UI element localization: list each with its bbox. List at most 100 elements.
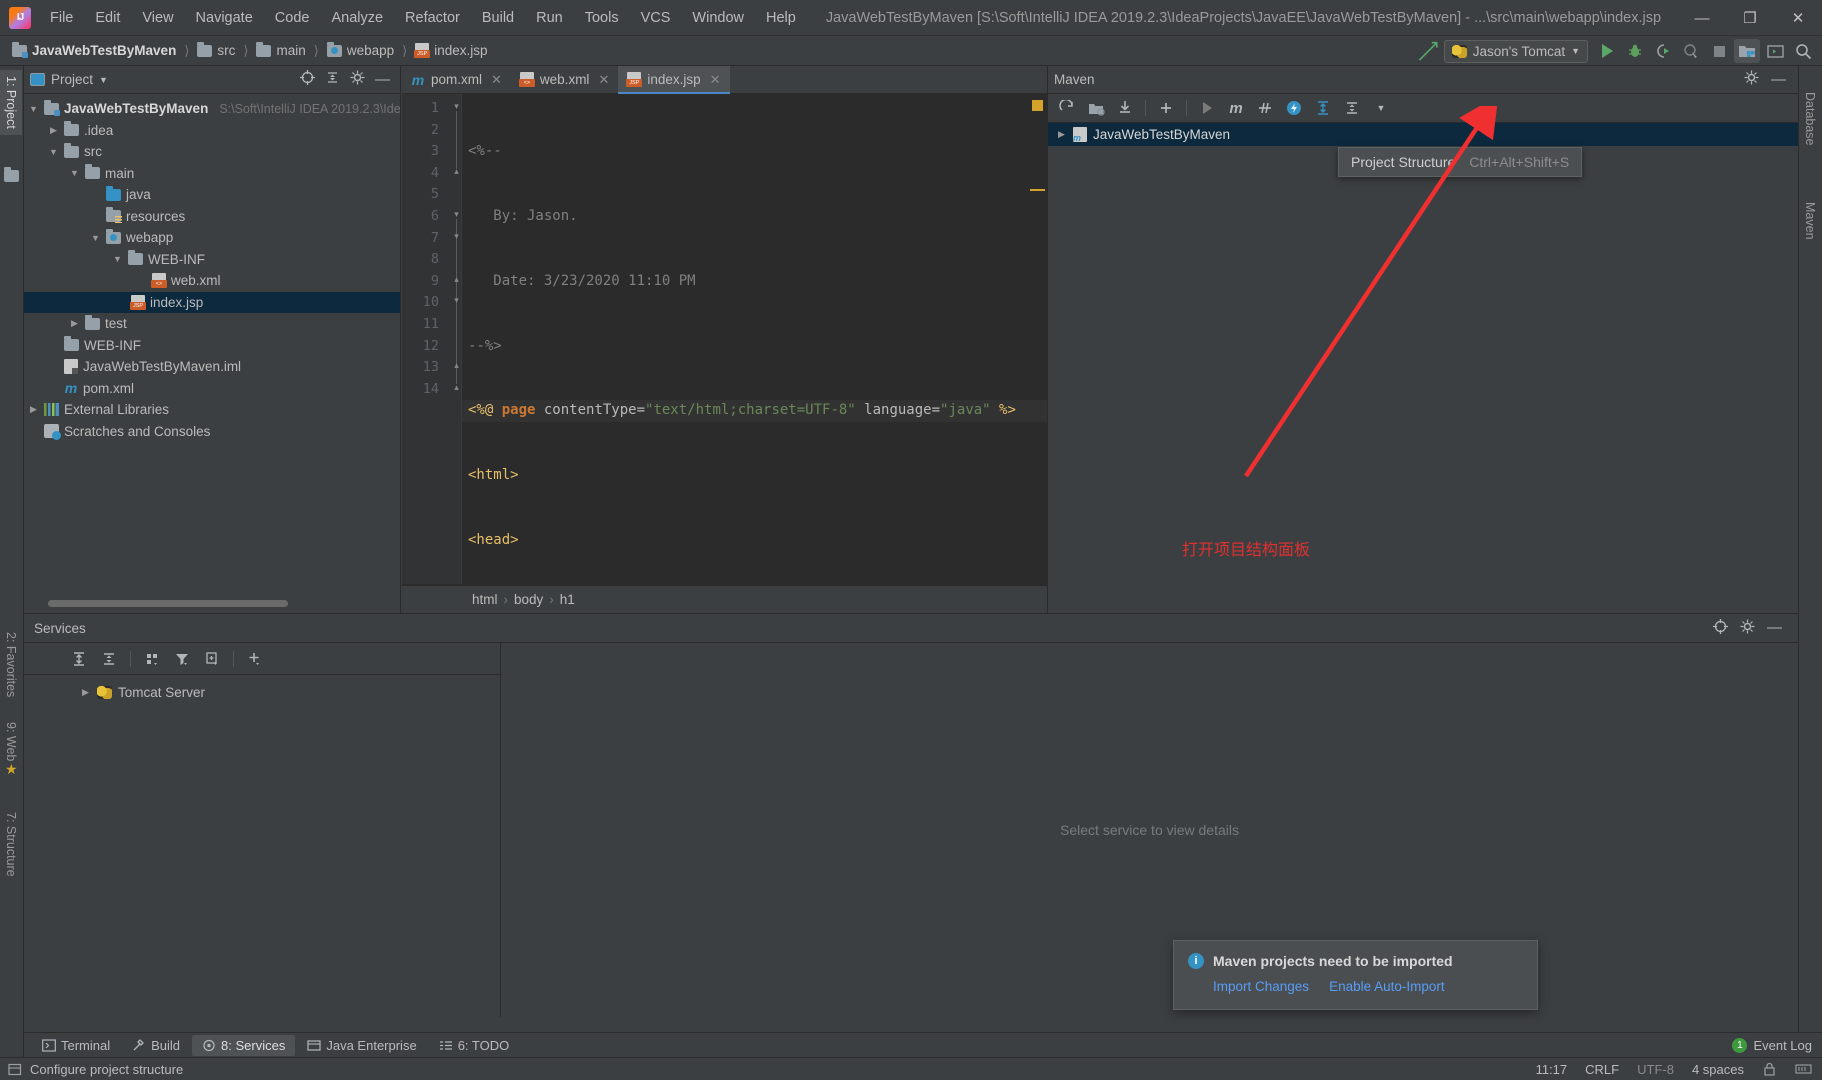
editor-gutter[interactable]: 1 2 3 4 5 6 7 8 9 10 11 12 13 14 ▾ ▴ ▾ ▾… bbox=[402, 94, 462, 584]
terminal-icon[interactable] bbox=[1762, 39, 1788, 63]
reimport-icon[interactable] bbox=[1054, 97, 1080, 120]
run-with-coverage-icon[interactable] bbox=[1650, 39, 1676, 63]
search-everywhere-icon[interactable] bbox=[1790, 39, 1816, 63]
expand-all-icon[interactable] bbox=[66, 647, 92, 670]
code-editor[interactable]: 1 2 3 4 5 6 7 8 9 10 11 12 13 14 ▾ ▴ ▾ ▾… bbox=[402, 94, 1047, 584]
menu-item-view[interactable]: View bbox=[132, 6, 183, 30]
menu-item-vcs[interactable]: VCS bbox=[631, 6, 681, 30]
project-tree[interactable]: JavaWebTestByMaven S:\Soft\IntelliJ IDEA… bbox=[24, 94, 400, 609]
fold-marker-icon[interactable]: ▴ bbox=[451, 274, 462, 285]
toggle-offline-mode-icon[interactable] bbox=[1281, 97, 1307, 120]
chevron-right-icon[interactable] bbox=[1056, 129, 1067, 140]
breadcrumb-item-src[interactable]: src bbox=[193, 41, 239, 60]
tree-node-idea[interactable]: .idea bbox=[24, 120, 400, 142]
bottom-tab-todo[interactable]: 6: TODO bbox=[429, 1035, 520, 1056]
tree-node-javawebtestbymaven[interactable]: JavaWebTestByMaven S:\Soft\IntelliJ IDEA… bbox=[24, 98, 400, 120]
tab-web-xml[interactable]: web.xml ✕ bbox=[511, 66, 618, 93]
error-stripe-marker[interactable] bbox=[1030, 189, 1045, 191]
build-hammer-icon[interactable]: ⟶ bbox=[1412, 34, 1446, 68]
chevron-right-icon[interactable] bbox=[69, 318, 80, 329]
tab-pom-xml[interactable]: m pom.xml ✕ bbox=[402, 66, 511, 93]
sidebar-item-structure[interactable]: 7: Structure bbox=[0, 806, 22, 883]
sidebar-item-web[interactable]: 9: Web bbox=[0, 716, 22, 767]
fold-marker-icon[interactable]: ▴ bbox=[451, 382, 462, 393]
sidebar-item-database[interactable]: Database bbox=[1799, 86, 1821, 152]
breadcrumb-body[interactable]: body bbox=[514, 592, 543, 607]
sidebar-item-maven[interactable]: Maven bbox=[1799, 196, 1821, 246]
fold-marker-icon[interactable]: ▴ bbox=[451, 166, 462, 177]
settings-gear-icon[interactable] bbox=[1744, 70, 1759, 90]
tree-node-src[interactable]: src bbox=[24, 141, 400, 163]
scroll-from-source-icon[interactable] bbox=[1713, 619, 1728, 637]
bottom-tab-java-enterprise[interactable]: Java Enterprise bbox=[297, 1035, 426, 1056]
menu-item-navigate[interactable]: Navigate bbox=[186, 6, 263, 30]
caret-position[interactable]: 11:17 bbox=[1536, 1062, 1568, 1077]
fold-marker-icon[interactable]: ▴ bbox=[451, 360, 462, 371]
tree-node-scratches[interactable]: Scratches and Consoles bbox=[24, 421, 400, 443]
service-row-tomcat[interactable]: Tomcat Server bbox=[24, 681, 500, 703]
breadcrumb-item-indexjsp[interactable]: index.jsp bbox=[411, 41, 491, 60]
chevron-right-icon[interactable] bbox=[28, 404, 39, 415]
download-sources-icon[interactable] bbox=[1112, 97, 1138, 120]
add-maven-project-icon[interactable] bbox=[1153, 97, 1179, 120]
chevron-down-icon[interactable] bbox=[90, 233, 101, 243]
event-log-badge[interactable]: 1 Event Log bbox=[1732, 1037, 1822, 1053]
generate-sources-icon[interactable] bbox=[1083, 97, 1109, 120]
add-tab-icon[interactable] bbox=[199, 647, 225, 670]
tree-node-webinf[interactable]: WEB-INF bbox=[24, 249, 400, 271]
settings-gear-icon[interactable] bbox=[350, 70, 365, 90]
menu-item-run[interactable]: Run bbox=[526, 6, 573, 30]
enable-auto-import-link[interactable]: Enable Auto-Import bbox=[1329, 979, 1445, 994]
run-icon[interactable] bbox=[1594, 39, 1620, 63]
menu-item-analyze[interactable]: Analyze bbox=[321, 6, 393, 30]
menu-item-edit[interactable]: Edit bbox=[85, 6, 130, 30]
stop-icon[interactable] bbox=[1706, 39, 1732, 63]
more-options-icon[interactable]: ▼ bbox=[1368, 97, 1394, 120]
menu-item-window[interactable]: Window bbox=[682, 6, 754, 30]
expand-all-icon[interactable] bbox=[1310, 97, 1336, 120]
breadcrumb-item-webapp[interactable]: webapp bbox=[323, 41, 398, 60]
breadcrumb-html[interactable]: html bbox=[472, 592, 498, 607]
tree-node-webapp[interactable]: webapp bbox=[24, 227, 400, 249]
tree-node-iml[interactable]: JavaWebTestByMaven.iml bbox=[24, 356, 400, 378]
profile-icon[interactable] bbox=[1678, 39, 1704, 63]
filter-icon[interactable] bbox=[169, 647, 195, 670]
line-separator[interactable]: CRLF bbox=[1585, 1062, 1619, 1077]
restore-button[interactable]: ❐ bbox=[1726, 0, 1774, 36]
menu-item-build[interactable]: Build bbox=[472, 6, 524, 30]
code-content[interactable]: <%-- By: Jason. Date: 3/23/2020 11:10 PM… bbox=[462, 94, 1047, 584]
project-tree-horizontal-scrollbar[interactable] bbox=[48, 600, 288, 607]
group-by-icon[interactable] bbox=[139, 647, 165, 670]
chevron-down-icon[interactable] bbox=[112, 254, 123, 264]
tab-index-jsp[interactable]: index.jsp ✕ bbox=[618, 66, 730, 94]
menu-item-tools[interactable]: Tools bbox=[575, 6, 629, 30]
chevron-down-icon[interactable]: ▼ bbox=[99, 75, 108, 85]
hide-panel-icon[interactable]: — bbox=[1767, 620, 1782, 635]
lock-icon[interactable] bbox=[1762, 1062, 1777, 1076]
menu-item-code[interactable]: Code bbox=[265, 6, 320, 30]
indent-setting[interactable]: 4 spaces bbox=[1692, 1062, 1744, 1077]
sidebar-item-favorites[interactable]: 2: Favorites bbox=[0, 626, 22, 703]
file-encoding[interactable]: UTF-8 bbox=[1637, 1062, 1674, 1077]
import-changes-link[interactable]: Import Changes bbox=[1213, 979, 1309, 994]
chevron-down-icon[interactable] bbox=[28, 104, 39, 114]
close-icon[interactable]: ✕ bbox=[710, 72, 721, 88]
fold-marker-icon[interactable]: ▾ bbox=[451, 295, 462, 306]
menu-item-file[interactable]: File bbox=[40, 6, 83, 30]
menu-item-refactor[interactable]: Refactor bbox=[395, 6, 470, 30]
sidebar-item-project[interactable]: 1: Project bbox=[0, 70, 22, 135]
minimize-button[interactable]: — bbox=[1678, 0, 1726, 36]
tree-node-java[interactable]: java bbox=[24, 184, 400, 206]
run-icon[interactable] bbox=[1194, 97, 1220, 120]
project-structure-icon[interactable] bbox=[1734, 39, 1760, 63]
menu-item-help[interactable]: Help bbox=[756, 6, 806, 30]
add-service-icon[interactable] bbox=[242, 647, 268, 670]
collapse-all-icon[interactable] bbox=[1339, 97, 1365, 120]
maven-project-node[interactable]: JavaWebTestByMaven bbox=[1048, 123, 1798, 146]
collapse-all-icon[interactable] bbox=[96, 647, 122, 670]
close-icon[interactable]: ✕ bbox=[598, 72, 609, 88]
tree-node-resources[interactable]: resources bbox=[24, 206, 400, 228]
tree-node-webxml[interactable]: web.xml bbox=[24, 270, 400, 292]
tree-node-main[interactable]: main bbox=[24, 163, 400, 185]
breadcrumb-item-main[interactable]: main bbox=[252, 41, 309, 60]
